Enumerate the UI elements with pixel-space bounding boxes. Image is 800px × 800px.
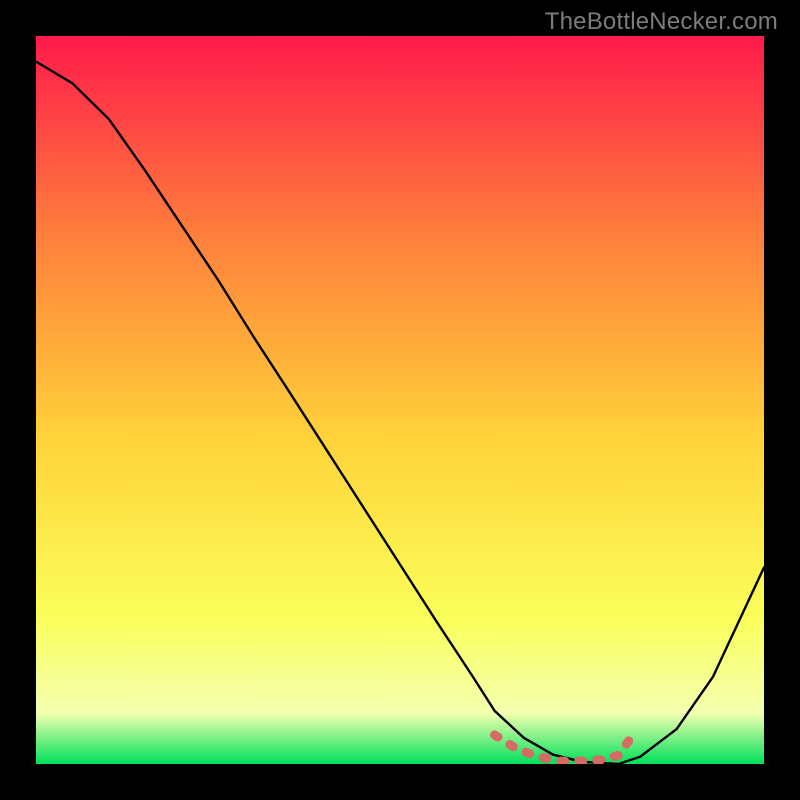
chart-svg bbox=[36, 36, 764, 764]
plot-area bbox=[36, 36, 764, 764]
gradient-background bbox=[36, 36, 764, 764]
attribution-text: TheBottleNecker.com bbox=[545, 8, 778, 36]
chart-frame: TheBottleNecker.com bbox=[0, 0, 800, 800]
